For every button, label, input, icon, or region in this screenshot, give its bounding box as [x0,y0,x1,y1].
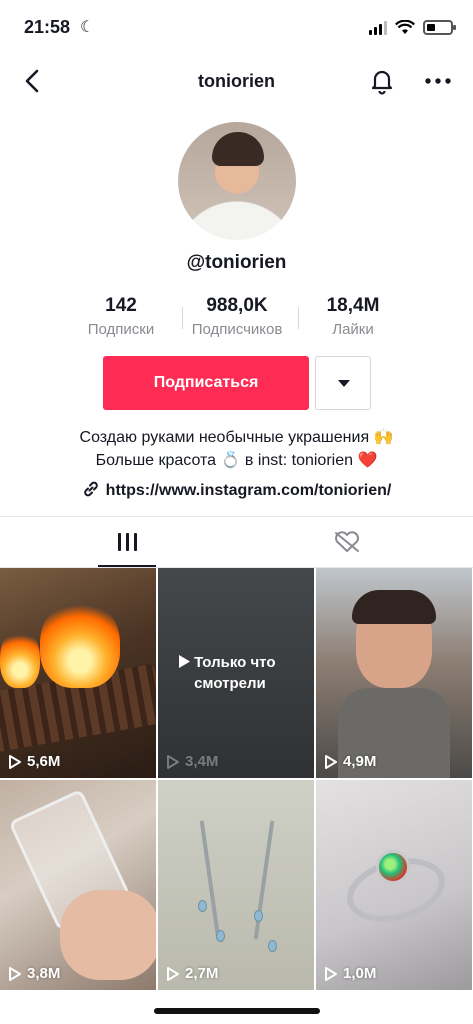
bio-line-2: Больше красота 💍 в inst: toniorien ❤️ [95,452,378,469]
video-thumbnail[interactable]: 1,0M [316,780,472,990]
liked-hidden-icon [335,531,359,552]
following-label: Подписки [87,321,155,338]
video-grid: 5,6M Только что смотрели 3,4M 4,9M 3,8M [0,568,473,990]
play-outline-icon [325,966,337,981]
view-count: 2,7M [166,965,218,982]
following-count: 142 [105,295,137,316]
play-outline-icon [325,754,337,769]
recently-watched-label: Только что смотрели [158,652,314,694]
avatar[interactable] [178,122,296,240]
battery-fill [427,24,435,31]
play-outline-icon [167,966,179,981]
view-count: 3,8M [8,965,60,982]
recently-watched-text: Только что смотрели [194,654,276,692]
view-count: 4,9M [324,753,376,770]
more-dots-icon[interactable] [421,66,455,96]
tab-videos[interactable] [0,517,236,567]
link-icon [83,481,98,497]
bio-line-1: Создаю руками необычные украшения 🙌 [79,429,394,446]
view-count: 3,4M [166,753,218,770]
play-outline-icon [167,754,179,769]
bell-icon[interactable] [367,66,397,96]
signal-icon [369,20,387,35]
thumbnail-hand [60,890,156,980]
likes-label: Лайки [332,321,374,338]
video-thumbnail[interactable]: 5,6M [0,568,156,778]
play-outline-icon [9,754,21,769]
profile-stats: 142 Подписки 988,0K Подписчиков 18,4M Ла… [0,295,473,345]
video-thumbnail[interactable]: Только что смотрели 3,4M [158,568,314,778]
grid-icon [118,533,138,553]
video-thumbnail[interactable]: 2,7M [158,780,314,990]
view-count: 1,0M [324,965,376,982]
view-count-text: 2,7M [185,965,219,982]
moon-icon: ☾ [80,19,95,36]
view-count-text: 4,9M [343,753,377,770]
status-icons [369,20,456,35]
profile-header: toniorien [0,56,473,108]
view-count: 5,6M [8,753,60,770]
following-stat[interactable]: 142 Подписки [61,295,181,338]
view-count-text: 3,8M [27,965,61,982]
profile-link-text: https://www.instagram.com/toniorien/ [105,482,392,499]
view-count-text: 3,4M [185,753,219,770]
play-outline-icon [9,966,21,981]
suggested-accounts-button[interactable] [315,356,371,410]
thumbnail-gem [198,900,207,912]
followers-count: 988,0K [206,295,268,316]
status-bar: 21:58 ☾ [0,0,473,56]
avatar-hair [212,132,264,166]
likes-stat: 18,4M Лайки [293,295,413,338]
content-tabs [0,517,473,567]
play-icon [178,655,190,668]
followers-stat[interactable]: 988,0K Подписчиков [177,295,297,338]
followers-label: Подписчиков [191,321,283,338]
profile-bio: Создаю руками необычные украшения 🙌 Боль… [0,426,473,472]
thumbnail-flame [0,628,40,688]
thumbnail-gem [254,910,263,922]
view-count-text: 1,0M [343,965,377,982]
video-thumbnail[interactable]: 4,9M [316,568,472,778]
chevron-down-icon [338,380,350,387]
thumbnail-hair [352,590,436,624]
view-count-text: 5,6M [27,753,61,770]
thumbnail-flame [40,598,120,688]
battery-icon [423,20,456,35]
profile-link[interactable]: https://www.instagram.com/toniorien/ [0,480,473,500]
thumbnail-opal [376,850,410,884]
likes-count: 18,4M [326,295,380,316]
tab-liked[interactable] [237,517,473,567]
thumbnail-gem [216,930,225,942]
thumbnail-earring [199,820,221,940]
status-time: 21:58 [24,17,71,37]
follow-button[interactable]: Подписаться [103,356,309,410]
bottom-safe-area [0,990,473,1024]
thumbnail-gem [268,940,277,952]
profile-handle: @toniorien [186,252,287,273]
wifi-icon [395,20,415,34]
video-thumbnail[interactable]: 3,8M [0,780,156,990]
home-indicator[interactable] [154,1008,320,1014]
page-title: toniorien [198,71,275,91]
